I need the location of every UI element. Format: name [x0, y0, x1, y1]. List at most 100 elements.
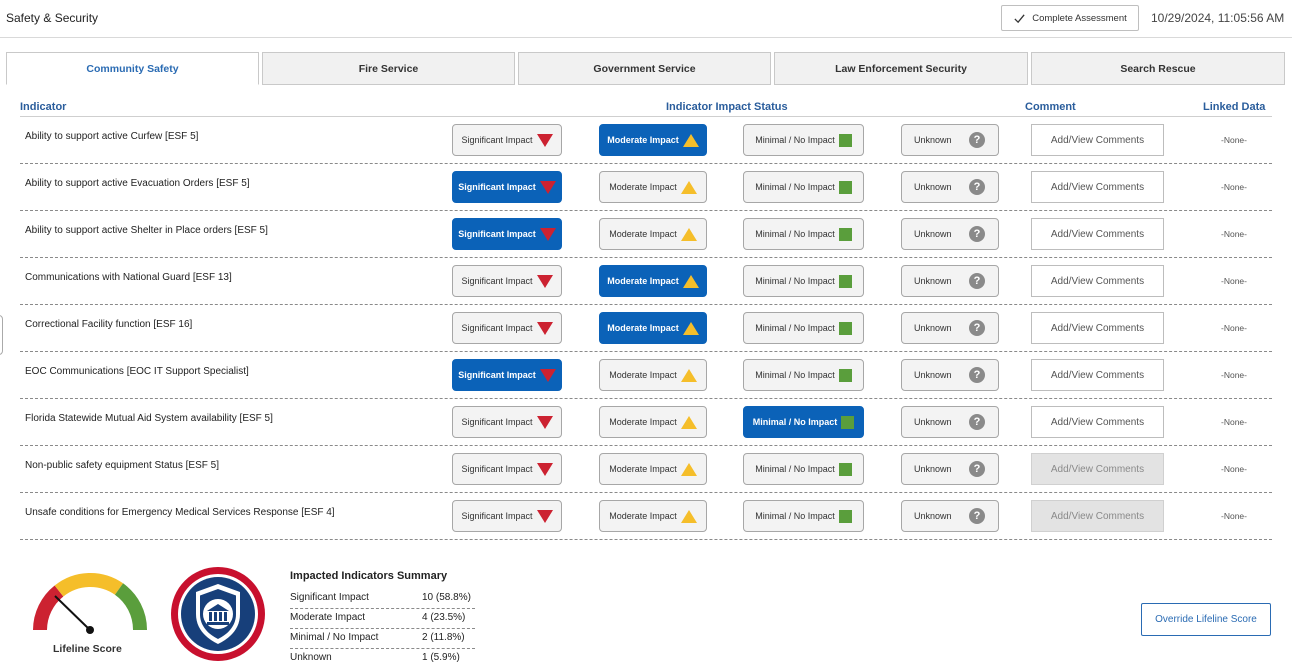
indicator-label: Communications with National Guard [ESF …	[25, 272, 232, 283]
moderate-impact-button[interactable]: Moderate Impact	[599, 406, 707, 438]
moderate-impact-button[interactable]: Moderate Impact	[599, 453, 707, 485]
significant-impact-label: Significant Impact	[458, 229, 536, 239]
add-view-comments-button[interactable]: Add/View Comments	[1031, 171, 1164, 203]
green-square-icon	[838, 274, 852, 288]
page-title: Safety & Security	[6, 11, 99, 25]
significant-impact-button[interactable]: Significant Impact	[452, 171, 562, 203]
summary-row: Minimal / No Impact 2 (11.8%)	[290, 629, 475, 649]
summary-row: Significant Impact 10 (58.8%)	[290, 589, 475, 609]
significant-impact-label: Significant Impact	[461, 135, 533, 145]
moderate-impact-label: Moderate Impact	[609, 182, 677, 192]
minimal-impact-button[interactable]: Minimal / No Impact	[743, 500, 864, 532]
summary-label: Significant Impact	[290, 592, 369, 603]
linked-data-value: -None-	[1221, 135, 1247, 145]
summary-title: Impacted Indicators Summary	[290, 570, 448, 582]
unknown-impact-button[interactable]: Unknown?	[901, 359, 999, 391]
add-view-comments-button[interactable]: Add/View Comments	[1031, 312, 1164, 344]
unknown-impact-label: Unknown	[914, 511, 952, 521]
indicator-label: Ability to support active Curfew [ESF 5]	[25, 131, 199, 142]
add-view-comments-button[interactable]: Add/View Comments	[1031, 218, 1164, 250]
significant-impact-button[interactable]: Significant Impact	[452, 359, 562, 391]
down-triangle-icon	[536, 321, 553, 335]
add-view-comments-button[interactable]: Add/View Comments	[1031, 500, 1164, 532]
moderate-impact-button[interactable]: Moderate Impact	[599, 124, 707, 156]
unknown-impact-button[interactable]: Unknown?	[901, 124, 999, 156]
minimal-impact-button[interactable]: Minimal / No Impact	[743, 453, 864, 485]
tab-law-enforcement-security[interactable]: Law Enforcement Security	[774, 52, 1028, 85]
moderate-impact-button[interactable]: Moderate Impact	[599, 312, 707, 344]
down-triangle-icon	[539, 368, 556, 382]
indicator-row: Communications with National Guard [ESF …	[20, 258, 1272, 305]
down-triangle-icon	[536, 462, 553, 476]
significant-impact-label: Significant Impact	[458, 370, 536, 380]
unknown-impact-label: Unknown	[914, 464, 952, 474]
unknown-impact-button[interactable]: Unknown?	[901, 312, 999, 344]
linked-data-value: -None-	[1221, 417, 1247, 427]
unknown-impact-label: Unknown	[914, 276, 952, 286]
minimal-impact-button[interactable]: Minimal / No Impact	[743, 312, 864, 344]
moderate-impact-label: Moderate Impact	[609, 229, 677, 239]
minimal-impact-button[interactable]: Minimal / No Impact	[743, 265, 864, 297]
warning-triangle-icon	[680, 415, 697, 429]
tab-search-rescue[interactable]: Search Rescue	[1031, 52, 1285, 85]
unknown-impact-button[interactable]: Unknown?	[901, 406, 999, 438]
linked-data-value: -None-	[1221, 370, 1247, 380]
unknown-impact-button[interactable]: Unknown?	[901, 500, 999, 532]
indicator-row: Florida Statewide Mutual Aid System avai…	[20, 399, 1272, 446]
indicator-row: Unsafe conditions for Emergency Medical …	[20, 493, 1272, 540]
moderate-impact-button[interactable]: Moderate Impact	[599, 265, 707, 297]
unknown-impact-button[interactable]: Unknown?	[901, 265, 999, 297]
override-lifeline-score-button[interactable]: Override Lifeline Score	[1141, 603, 1271, 636]
significant-impact-button[interactable]: Significant Impact	[452, 453, 562, 485]
warning-triangle-icon	[680, 180, 697, 194]
moderate-impact-button[interactable]: Moderate Impact	[599, 500, 707, 532]
indicator-row: Non-public safety equipment Status [ESF …	[20, 446, 1272, 493]
tab-government-service[interactable]: Government Service	[518, 52, 771, 85]
add-view-comments-button[interactable]: Add/View Comments	[1031, 265, 1164, 297]
unknown-impact-label: Unknown	[914, 135, 952, 145]
add-view-comments-button[interactable]: Add/View Comments	[1031, 406, 1164, 438]
down-triangle-icon	[536, 415, 553, 429]
add-view-comments-button[interactable]: Add/View Comments	[1031, 359, 1164, 391]
green-square-icon	[838, 180, 852, 194]
question-icon: ?	[969, 132, 985, 148]
column-header-impact-status: Indicator Impact Status	[666, 101, 788, 113]
complete-assessment-button[interactable]: Complete Assessment	[1001, 5, 1139, 31]
unknown-impact-button[interactable]: Unknown?	[901, 218, 999, 250]
question-icon: ?	[969, 179, 985, 195]
significant-impact-button[interactable]: Significant Impact	[452, 124, 562, 156]
add-view-comments-button[interactable]: Add/View Comments	[1031, 124, 1164, 156]
moderate-impact-button[interactable]: Moderate Impact	[599, 218, 707, 250]
significant-impact-button[interactable]: Significant Impact	[452, 312, 562, 344]
minimal-impact-label: Minimal / No Impact	[755, 323, 835, 333]
minimal-impact-label: Minimal / No Impact	[755, 464, 835, 474]
unknown-impact-button[interactable]: Unknown?	[901, 171, 999, 203]
moderate-impact-button[interactable]: Moderate Impact	[599, 171, 707, 203]
minimal-impact-button[interactable]: Minimal / No Impact	[743, 406, 864, 438]
unknown-impact-button[interactable]: Unknown?	[901, 453, 999, 485]
significant-impact-button[interactable]: Significant Impact	[452, 218, 562, 250]
question-icon: ?	[969, 367, 985, 383]
significant-impact-label: Significant Impact	[461, 323, 533, 333]
significant-impact-button[interactable]: Significant Impact	[452, 265, 562, 297]
significant-impact-button[interactable]: Significant Impact	[452, 406, 562, 438]
warning-triangle-icon	[682, 274, 699, 288]
side-scroll-handle[interactable]	[0, 315, 3, 355]
significant-impact-button[interactable]: Significant Impact	[452, 500, 562, 532]
moderate-impact-button[interactable]: Moderate Impact	[599, 359, 707, 391]
tab-community-safety[interactable]: Community Safety	[6, 52, 259, 85]
question-icon: ?	[969, 320, 985, 336]
indicator-label: Non-public safety equipment Status [ESF …	[25, 460, 219, 471]
summary-row: Moderate Impact 4 (23.5%)	[290, 609, 475, 629]
minimal-impact-button[interactable]: Minimal / No Impact	[743, 124, 864, 156]
add-view-comments-button[interactable]: Add/View Comments	[1031, 453, 1164, 485]
linked-data-value: -None-	[1221, 511, 1247, 521]
police-shield-badge-icon	[171, 567, 265, 661]
warning-triangle-icon	[682, 321, 699, 335]
linked-data-value: -None-	[1221, 323, 1247, 333]
minimal-impact-button[interactable]: Minimal / No Impact	[743, 218, 864, 250]
minimal-impact-button[interactable]: Minimal / No Impact	[743, 171, 864, 203]
minimal-impact-button[interactable]: Minimal / No Impact	[743, 359, 864, 391]
summary-label: Moderate Impact	[290, 612, 366, 623]
tab-fire-service[interactable]: Fire Service	[262, 52, 515, 85]
